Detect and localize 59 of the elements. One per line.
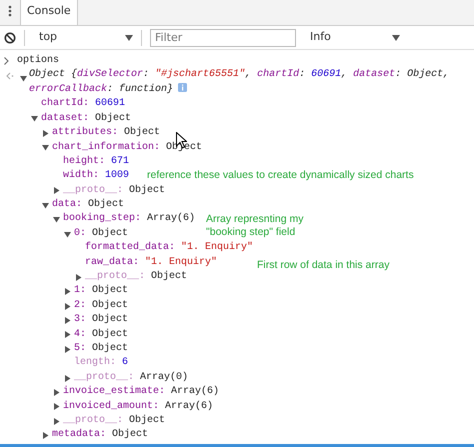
context-value: top bbox=[39, 29, 58, 46]
level-dropdown[interactable]: Info bbox=[304, 29, 400, 46]
tree-row[interactable]: attributes: Object bbox=[0, 126, 160, 141]
tree-row-text: chartId: 60691 bbox=[40, 97, 126, 112]
console-command: options bbox=[17, 54, 60, 68]
collapsed-arrow-icon[interactable] bbox=[64, 374, 71, 382]
tree-row[interactable]: invoice_estimate: Array(6) bbox=[0, 385, 220, 400]
annotation-note: reference these values to create dynamically sized charts bbox=[147, 169, 414, 182]
tree-row[interactable]: 0: Object bbox=[0, 226, 128, 242]
tree-row-text: formatted_data: "1. Enquiry" bbox=[84, 241, 254, 256]
collapsed-arrow-icon[interactable] bbox=[64, 302, 71, 310]
collapsed-arrow-icon[interactable] bbox=[53, 403, 60, 410]
tree-row[interactable]: __proto__: Array(0) bbox=[0, 370, 188, 386]
collapsed-arrow-icon[interactable] bbox=[42, 130, 49, 137]
annotation-note: Array represnting my "booking step" field bbox=[206, 213, 304, 239]
collapsed-arrow-icon[interactable] bbox=[42, 432, 49, 440]
tab[interactable]: Console bbox=[20, 0, 78, 25]
prompt-chevron-icon bbox=[4, 57, 9, 66]
collapsed-arrow-icon[interactable] bbox=[64, 316, 71, 324]
tree-row[interactable]: data: Object bbox=[0, 198, 124, 213]
collapsed-arrow-icon[interactable] bbox=[64, 346, 71, 353]
clear-console-icon[interactable] bbox=[4, 32, 16, 44]
collapsed-arrow-icon[interactable] bbox=[64, 288, 71, 296]
tree-row[interactable]: 1: Object bbox=[0, 284, 128, 299]
expanded-arrow-icon[interactable] bbox=[53, 216, 60, 224]
collapsed-arrow-icon[interactable] bbox=[53, 388, 60, 396]
level-value: Info bbox=[310, 29, 331, 46]
tree-row[interactable]: booking_step: Array(6) bbox=[0, 212, 196, 227]
caret-icon bbox=[392, 34, 400, 40]
tree-row[interactable]: 2: Object bbox=[0, 298, 128, 314]
collapsed-arrow-icon[interactable] bbox=[75, 274, 82, 281]
filter-field[interactable]: Filter bbox=[150, 28, 296, 46]
expanded-arrow-icon[interactable] bbox=[64, 230, 71, 238]
context-dropdown[interactable]: top bbox=[33, 29, 133, 46]
tree-row[interactable]: __proto__: Object bbox=[0, 184, 166, 198]
expanded-arrow-icon[interactable] bbox=[31, 115, 38, 122]
collapsed-arrow-icon[interactable] bbox=[53, 187, 60, 194]
tree-row-text: raw_data: "1. Enquiry" bbox=[84, 256, 218, 270]
tree-row[interactable]: 4: Object bbox=[0, 328, 128, 342]
tree-row[interactable]: __proto__: Object bbox=[0, 270, 188, 284]
tree-row[interactable]: __proto__: Object bbox=[0, 414, 166, 428]
tree-row[interactable]: invoiced_amount: Array(6) bbox=[0, 400, 214, 414]
caret-icon bbox=[125, 34, 133, 40]
tree-row[interactable]: dataset: Object bbox=[0, 112, 132, 126]
collapsed-arrow-icon[interactable] bbox=[64, 331, 71, 338]
tree-row[interactable]: 3: Object bbox=[0, 313, 128, 328]
tree-row-text: width: 1009 bbox=[62, 169, 130, 184]
expanded-arrow-icon[interactable] bbox=[42, 144, 49, 152]
tree-row[interactable]: 5: Object bbox=[0, 342, 128, 356]
annotation-note: First row of data in this array bbox=[257, 259, 390, 272]
result-arrow-icon bbox=[6, 72, 14, 80]
object-summary: Object {divSelector: "#jschart65551", chartId: 60691, dataset: Object, errorCallback: function} bbox=[29, 68, 450, 97]
collapsed-arrow-icon[interactable] bbox=[53, 418, 60, 425]
expanded-arrow-icon[interactable] bbox=[20, 75, 27, 82]
tree-row-text: length: 6 bbox=[73, 356, 128, 370]
tree-row-text: height: 671 bbox=[62, 154, 130, 169]
menu-icon[interactable] bbox=[8, 5, 12, 17]
expanded-arrow-icon[interactable] bbox=[42, 202, 49, 209]
tree-row[interactable]: metadata: Object bbox=[0, 428, 148, 443]
